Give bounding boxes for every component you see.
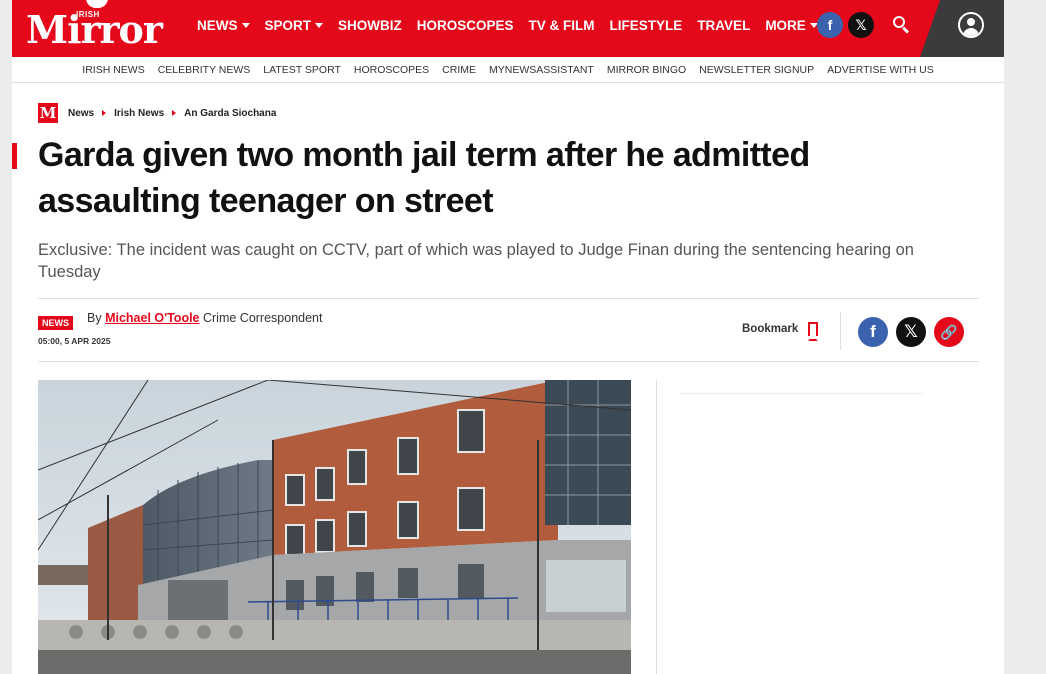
subnav-advertise[interactable]: ADVERTISE WITH US [827, 64, 934, 76]
section-badge: NEWS [38, 316, 73, 330]
nav-item-news[interactable]: NEWS [197, 18, 250, 33]
headline-accent-bar [12, 143, 17, 169]
sidebar-divider [656, 380, 657, 674]
bookmark-label: Bookmark [742, 323, 799, 335]
user-icon [958, 12, 984, 38]
nav-item-showbiz[interactable]: SHOWBIZ [338, 18, 402, 33]
divider [38, 361, 979, 362]
subnav-celebrity-news[interactable]: CELEBRITY NEWS [158, 64, 251, 76]
divider [840, 312, 841, 350]
chevron-right-icon [102, 110, 107, 116]
publish-date: 05:00, 5 APR 2025 [38, 336, 111, 346]
bookmark-button[interactable]: Bookmark [742, 322, 819, 341]
chevron-down-icon [315, 23, 324, 28]
sub-nav: IRISH NEWS CELEBRITY NEWS LATEST SPORT H… [12, 57, 1004, 83]
nav-label: LIFESTYLE [609, 18, 683, 33]
garda-station-photo [38, 380, 631, 674]
page: Mirror IRISH NEWS SPORT SHOWBIZ HOROSCOP… [12, 0, 1004, 674]
share-x-icon[interactable]: 𝕏 [896, 317, 926, 347]
nav-item-tv-film[interactable]: TV & FILM [529, 18, 595, 33]
subnav-mirror-bingo[interactable]: MIRROR BINGO [607, 64, 686, 76]
breadcrumb-irish-news[interactable]: Irish News [114, 108, 164, 119]
nav-label: HOROSCOPES [416, 18, 514, 33]
article-standfirst: Exclusive: The incident was caught on CC… [38, 241, 914, 281]
bookmark-icon [808, 322, 819, 341]
ad-slot-divider [680, 393, 924, 394]
nav-item-sport[interactable]: SPORT [265, 18, 324, 33]
nav-item-more[interactable]: MORE [765, 18, 818, 33]
chevron-right-icon [172, 110, 177, 116]
subnav-mynewsassistant[interactable]: MYNEWSASSISTANT [489, 64, 594, 76]
facebook-icon[interactable]: f [817, 12, 843, 38]
nav-label: SHOWBIZ [338, 18, 402, 33]
author-role: Crime Correspondent [202, 311, 323, 325]
nav-item-lifestyle[interactable]: LIFESTYLE [610, 18, 683, 33]
nav-item-horoscopes[interactable]: HOROSCOPES [417, 18, 514, 33]
divider [38, 298, 979, 299]
nav-item-travel[interactable]: TRAVEL [697, 18, 750, 33]
hero-image [38, 380, 631, 674]
nav-label: TRAVEL [697, 18, 751, 33]
nav-label: MORE [765, 18, 806, 33]
breadcrumb-news[interactable]: News [68, 108, 94, 119]
subnav-crime[interactable]: CRIME [442, 64, 476, 76]
site-logo[interactable]: Mirror IRISH [26, 0, 171, 52]
nav-label: SPORT [264, 18, 312, 33]
user-icon-body [963, 28, 979, 36]
search-icon-handle [901, 26, 910, 34]
subnav-horoscopes[interactable]: HOROSCOPES [354, 64, 429, 76]
share-link-icon[interactable]: 🔗 [934, 317, 964, 347]
logo-small-text: IRISH [76, 10, 100, 19]
top-bar: Mirror IRISH NEWS SPORT SHOWBIZ HOROSCOP… [12, 0, 1004, 57]
nav-label: NEWS [197, 18, 238, 33]
breadcrumb: M News Irish News An Garda Siochana [38, 103, 276, 123]
subnav-irish-news[interactable]: IRISH NEWS [82, 64, 144, 76]
breadcrumb-an-garda-siochana[interactable]: An Garda Siochana [184, 108, 276, 119]
subnav-newsletter-signup[interactable]: NEWSLETTER SIGNUP [699, 64, 814, 76]
byline-prefix: By [87, 311, 102, 325]
x-icon[interactable]: 𝕏 [848, 12, 874, 38]
user-icon-head [967, 18, 975, 26]
byline: By Michael O'Toole Crime Correspondent [87, 311, 322, 325]
nav-label: TV & FILM [528, 18, 595, 33]
account-button[interactable] [920, 0, 1004, 57]
subnav-latest-sport[interactable]: LATEST SPORT [263, 64, 341, 76]
share-facebook-icon[interactable]: f [858, 317, 888, 347]
mirror-m-icon[interactable]: M [38, 103, 58, 123]
chevron-down-icon [241, 23, 250, 28]
author-link[interactable]: Michael O'Toole [105, 311, 199, 325]
main-nav: NEWS SPORT SHOWBIZ HOROSCOPES TV & FILM … [197, 18, 833, 33]
search-icon[interactable] [892, 15, 912, 35]
article-headline: Garda given two month jail term after he… [38, 136, 810, 220]
